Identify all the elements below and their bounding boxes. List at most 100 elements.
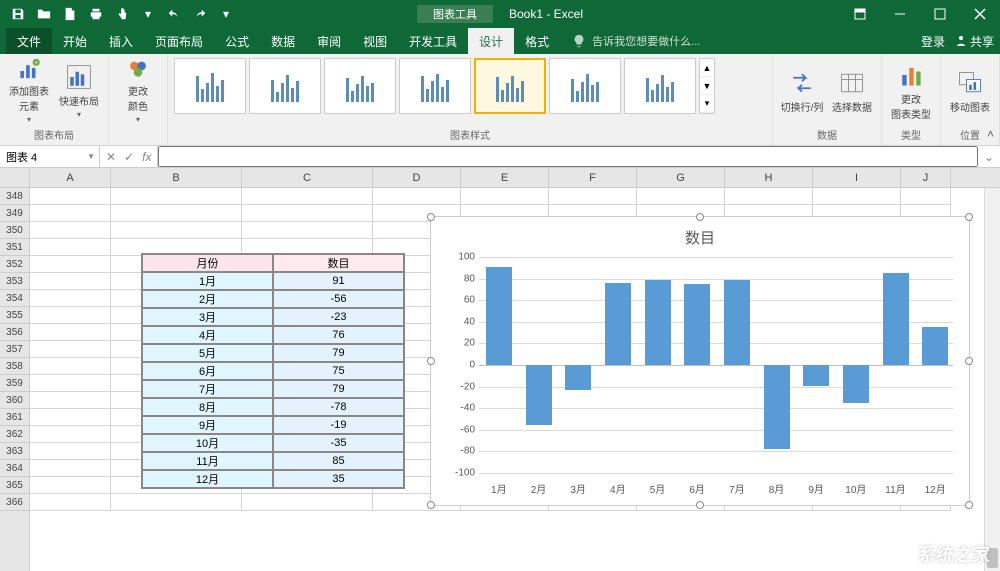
tell-me-search[interactable]: 告诉我您想要做什么... — [572, 33, 700, 49]
cell[interactable] — [373, 188, 461, 205]
cell[interactable] — [901, 188, 951, 205]
chart-style-3[interactable] — [324, 58, 396, 114]
qat-more-icon[interactable]: ▾ — [136, 2, 160, 26]
minimize-button[interactable] — [880, 0, 920, 28]
select-data-button[interactable]: 选择数据 — [829, 58, 875, 124]
cell[interactable] — [242, 188, 373, 205]
change-chart-type-button[interactable]: 更改 图表类型 — [888, 58, 934, 124]
cell[interactable] — [30, 477, 111, 494]
ribbon-options-icon[interactable] — [840, 0, 880, 28]
cell[interactable] — [30, 375, 111, 392]
chart-style-7[interactable] — [624, 58, 696, 114]
gallery-more-icon[interactable]: ▾ — [700, 95, 714, 113]
table-cell-value[interactable]: 79 — [273, 380, 404, 398]
col-header-B[interactable]: B — [111, 168, 242, 187]
touch-mode-icon[interactable] — [110, 2, 134, 26]
table-cell-value[interactable]: 91 — [273, 272, 404, 290]
cell[interactable] — [242, 205, 373, 222]
chart-bar[interactable] — [486, 267, 512, 365]
qat-dropdown-icon[interactable]: ▾ — [214, 2, 238, 26]
cell[interactable] — [637, 188, 725, 205]
chart-style-2[interactable] — [249, 58, 321, 114]
col-header-D[interactable]: D — [373, 168, 461, 187]
row-header[interactable]: 359 — [0, 375, 29, 392]
col-header-F[interactable]: F — [549, 168, 637, 187]
maximize-button[interactable] — [920, 0, 960, 28]
row-header[interactable]: 361 — [0, 409, 29, 426]
menu-file[interactable]: 文件 — [6, 28, 52, 54]
cell[interactable] — [30, 426, 111, 443]
chart-bar[interactable] — [803, 365, 829, 386]
cell[interactable] — [111, 188, 242, 205]
row-header[interactable]: 366 — [0, 494, 29, 511]
chart-style-4[interactable] — [399, 58, 471, 114]
chart-style-5[interactable] — [474, 58, 546, 114]
col-header-E[interactable]: E — [461, 168, 549, 187]
row-header[interactable]: 350 — [0, 222, 29, 239]
undo-icon[interactable] — [162, 2, 186, 26]
cell[interactable] — [30, 392, 111, 409]
table-header-month[interactable]: 月份 — [142, 254, 273, 272]
switch-row-col-button[interactable]: 切换行/列 — [779, 58, 825, 124]
cell[interactable] — [725, 188, 813, 205]
move-chart-button[interactable]: 移动图表 — [947, 58, 993, 124]
table-cell-value[interactable]: 35 — [273, 470, 404, 488]
menu-review[interactable]: 审阅 — [306, 28, 352, 54]
cell[interactable] — [111, 222, 242, 239]
row-header[interactable]: 348 — [0, 188, 29, 205]
chart-bar[interactable] — [883, 273, 909, 365]
table-cell-value[interactable]: -35 — [273, 434, 404, 452]
table-cell-value[interactable]: -19 — [273, 416, 404, 434]
chart-bar[interactable] — [565, 365, 591, 390]
row-header[interactable]: 355 — [0, 307, 29, 324]
row-header[interactable]: 354 — [0, 290, 29, 307]
table-cell-month[interactable]: 4月 — [142, 326, 273, 344]
confirm-formula-icon[interactable]: ✓ — [124, 150, 134, 164]
print-icon[interactable] — [84, 2, 108, 26]
col-header-A[interactable]: A — [30, 168, 111, 187]
table-cell-month[interactable]: 11月 — [142, 452, 273, 470]
table-cell-month[interactable]: 5月 — [142, 344, 273, 362]
add-chart-element-button[interactable]: + 添加图表 元素▾ — [6, 58, 52, 124]
row-header[interactable]: 352 — [0, 256, 29, 273]
table-cell-value[interactable]: 76 — [273, 326, 404, 344]
table-cell-month[interactable]: 7月 — [142, 380, 273, 398]
change-color-button[interactable]: 更改 颜色▾ — [115, 58, 161, 124]
chart-title[interactable]: 数目 — [431, 217, 969, 252]
cell[interactable] — [30, 409, 111, 426]
table-cell-value[interactable]: 79 — [273, 344, 404, 362]
fx-icon[interactable]: fx — [142, 150, 151, 164]
row-header[interactable]: 353 — [0, 273, 29, 290]
cell[interactable] — [30, 256, 111, 273]
close-button[interactable] — [960, 0, 1000, 28]
cell[interactable] — [111, 205, 242, 222]
new-icon[interactable] — [58, 2, 82, 26]
gallery-up-icon[interactable]: ▲ — [700, 59, 714, 77]
table-cell-month[interactable]: 9月 — [142, 416, 273, 434]
vertical-scrollbar[interactable] — [984, 188, 1000, 571]
chart-bar[interactable] — [724, 280, 750, 365]
cell[interactable] — [30, 494, 111, 511]
row-header[interactable]: 364 — [0, 460, 29, 477]
row-header[interactable]: 356 — [0, 324, 29, 341]
table-cell-value[interactable]: 75 — [273, 362, 404, 380]
col-header-G[interactable]: G — [637, 168, 725, 187]
cell[interactable] — [30, 443, 111, 460]
login-link[interactable]: 登录 — [921, 33, 945, 50]
cell[interactable] — [30, 290, 111, 307]
menu-dev[interactable]: 开发工具 — [398, 28, 468, 54]
expand-formula-icon[interactable]: ⌄ — [978, 150, 1000, 164]
table-cell-value[interactable]: 85 — [273, 452, 404, 470]
table-header-value[interactable]: 数目 — [273, 254, 404, 272]
chart-bar[interactable] — [922, 327, 948, 365]
table-cell-value[interactable]: -23 — [273, 308, 404, 326]
scrollbar-thumb[interactable] — [987, 548, 998, 568]
cell[interactable] — [242, 494, 373, 511]
menu-view[interactable]: 视图 — [352, 28, 398, 54]
cell[interactable] — [30, 205, 111, 222]
cell[interactable] — [242, 222, 373, 239]
cell[interactable] — [549, 188, 637, 205]
table-cell-value[interactable]: -56 — [273, 290, 404, 308]
cell[interactable] — [30, 358, 111, 375]
row-header[interactable]: 349 — [0, 205, 29, 222]
